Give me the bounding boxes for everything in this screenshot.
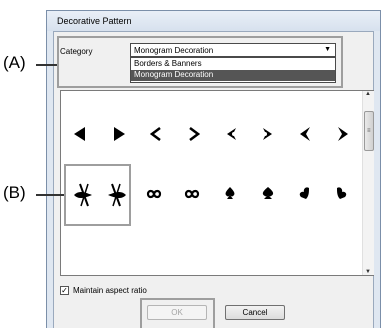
pattern-chevron-left[interactable] xyxy=(150,127,162,141)
cancel-button[interactable]: Cancel xyxy=(225,305,285,320)
callout-a-highlight xyxy=(57,36,343,88)
pattern-flared-left[interactable] xyxy=(299,127,311,141)
pattern-notched-left[interactable] xyxy=(225,127,237,141)
callout-b-highlight xyxy=(64,164,131,226)
pattern-chevron-right[interactable] xyxy=(188,127,200,141)
ok-button[interactable]: OK xyxy=(147,305,207,320)
pattern-heart-right[interactable] xyxy=(336,186,348,200)
pattern-arrow-left-solid[interactable] xyxy=(74,127,86,141)
pattern-scrollbar[interactable]: ▲ ≡ ▼ xyxy=(362,91,374,275)
pattern-spade-wide[interactable] xyxy=(261,186,275,200)
maintain-aspect-label[interactable]: Maintain aspect ratio xyxy=(73,286,147,295)
pattern-infinity-right[interactable] xyxy=(184,188,200,200)
scrollbar-thumb[interactable]: ≡ xyxy=(364,111,374,151)
grip-icon: ≡ xyxy=(367,128,371,134)
title-bar: Decorative Pattern xyxy=(47,11,380,31)
pattern-arrow-right-solid[interactable] xyxy=(113,127,125,141)
scroll-down-icon[interactable]: ▼ xyxy=(365,269,371,275)
pattern-infinity-left[interactable] xyxy=(146,188,162,200)
pattern-notched-right[interactable] xyxy=(262,127,274,141)
pattern-spade[interactable] xyxy=(224,186,236,200)
callout-b-label: (B) xyxy=(3,183,26,202)
callout-a-label: (A) xyxy=(3,53,26,72)
scroll-up-icon[interactable]: ▲ xyxy=(365,91,371,97)
pattern-flared-right[interactable] xyxy=(337,127,349,141)
maintain-aspect-checkbox[interactable]: ✓ xyxy=(60,286,69,295)
callout-b-leader xyxy=(36,194,64,196)
pattern-heart-left[interactable] xyxy=(298,186,310,200)
callout-a-leader xyxy=(36,64,57,66)
dialog-title: Decorative Pattern xyxy=(57,16,132,26)
checkmark-icon: ✓ xyxy=(61,286,68,295)
